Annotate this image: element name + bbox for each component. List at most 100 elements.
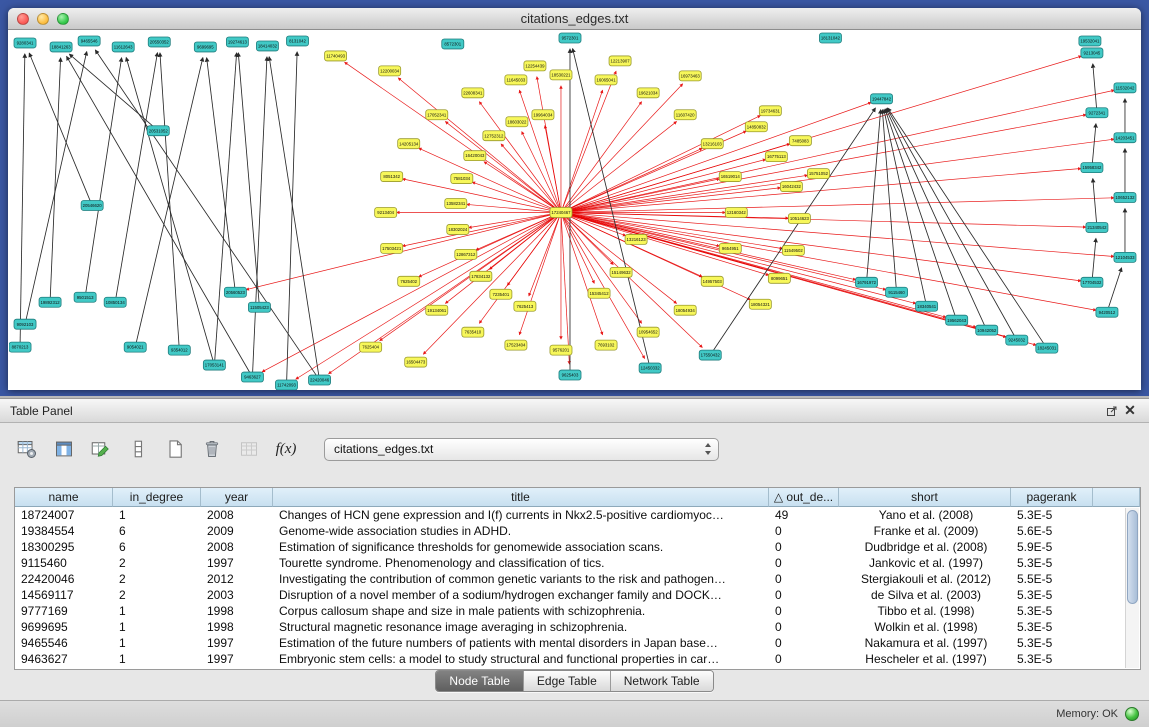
graph-node[interactable]: 9699695 [194, 42, 216, 52]
graph-node[interactable]: 10514623 [788, 213, 810, 223]
graph-edge[interactable] [507, 216, 558, 285]
graph-node[interactable]: 12450332 [639, 363, 661, 373]
graph-edge[interactable] [561, 217, 569, 364]
graph-node[interactable]: 11612643 [112, 42, 134, 52]
graph-node[interactable]: 19562043 [946, 315, 968, 325]
graph-node[interactable]: 9213045 [1081, 48, 1103, 58]
table-cell[interactable]: 14569117 [15, 587, 113, 603]
graph-edge[interactable] [1092, 124, 1096, 163]
graph-node[interactable]: 11740493 [325, 51, 347, 61]
tab-node-table[interactable]: Node Table [436, 671, 524, 691]
table-row[interactable]: 2242004622012Investigating the contribut… [15, 571, 1140, 587]
graph-edge[interactable] [519, 90, 559, 208]
table-cell[interactable]: Franke et al. (2009) [839, 523, 1011, 539]
graph-edge[interactable] [565, 148, 702, 210]
graph-node[interactable]: 14957503 [701, 276, 723, 286]
column-header-pagerank[interactable]: pagerank [1011, 488, 1093, 507]
graph-node[interactable]: 16504473 [405, 357, 427, 367]
table-cell[interactable]: Genome-wide association studies in ADHD. [273, 523, 769, 539]
memory-status-icon[interactable] [1125, 707, 1139, 721]
graph-edge[interactable] [269, 57, 319, 375]
graph-node[interactable]: 9576201 [550, 345, 572, 355]
graph-node[interactable]: 19621034 [637, 88, 659, 98]
graph-node[interactable]: 9463627 [241, 372, 263, 382]
trash-button[interactable] [199, 436, 225, 462]
table-row[interactable]: 1830029562008Estimation of significance … [15, 539, 1140, 555]
graph-node[interactable]: 18530221 [550, 70, 572, 80]
table-cell[interactable]: de Silva et al. (2003) [839, 587, 1011, 603]
graph-edge[interactable] [253, 57, 267, 372]
graph-edge[interactable] [566, 214, 916, 304]
graph-node[interactable]: 7235401 [490, 289, 512, 299]
graph-edge[interactable] [867, 110, 881, 278]
graph-node[interactable]: 10652132 [1114, 193, 1136, 203]
table-cell[interactable]: Tibbo et al. (1998) [839, 603, 1011, 619]
graph-edge[interactable] [565, 122, 677, 210]
table-cell[interactable]: 0 [769, 603, 839, 619]
graph-node[interactable]: 18603022 [506, 117, 528, 127]
graph-node[interactable]: 17052341 [426, 110, 448, 120]
graph-edge[interactable] [489, 216, 557, 270]
column-header-out_de[interactable]: △ out_de... [769, 488, 839, 507]
table-cell[interactable]: 22420046 [15, 571, 113, 587]
column-header-spacer[interactable] [1093, 488, 1140, 507]
table-edit-button[interactable] [88, 436, 114, 462]
table-cell[interactable]: Embryonic stem cells: a model to study s… [273, 651, 769, 667]
table-cell[interactable]: 9777169 [15, 603, 113, 619]
graph-edge[interactable] [566, 56, 1082, 211]
table-cell[interactable]: 0 [769, 651, 839, 667]
table-cell[interactable]: 1997 [201, 651, 273, 667]
table-cell[interactable]: 2012 [201, 571, 273, 587]
graph-node[interactable]: 14850832 [745, 122, 767, 132]
graph-node[interactable]: 16042432 [780, 182, 802, 192]
table-disabled-button[interactable] [236, 436, 262, 462]
table-cell[interactable]: 1 [113, 635, 201, 651]
close-panel-icon[interactable]: ✕ [1121, 402, 1139, 420]
table-cell[interactable]: 0 [769, 619, 839, 635]
table-cell[interactable]: 6 [113, 539, 201, 555]
table-cell[interactable]: 49 [769, 507, 839, 523]
table-cell[interactable]: 9115460 [15, 555, 113, 571]
table-row[interactable]: 911546021997Tourette syndrome. Phenomeno… [15, 555, 1140, 571]
graph-node[interactable]: 9420512 [1096, 307, 1118, 317]
graph-node[interactable]: 10850134 [104, 297, 126, 307]
graph-edge[interactable] [419, 148, 557, 210]
table-cell[interactable]: 2 [113, 555, 201, 571]
graph-node[interactable]: 19892312 [39, 297, 61, 307]
table-row[interactable]: 969969511998Structural magnetic resonanc… [15, 619, 1140, 635]
graph-edge[interactable] [537, 77, 560, 208]
graph-node[interactable]: 12752312 [483, 131, 505, 141]
table-cell[interactable]: 2008 [201, 539, 273, 555]
graph-edge[interactable] [563, 217, 603, 335]
graph-node[interactable]: 15751052 [807, 169, 829, 179]
graph-node[interactable]: 22420046 [309, 375, 331, 385]
graph-node[interactable]: 18054934 [674, 305, 696, 315]
graph-node[interactable]: 12254439 [524, 61, 546, 71]
graph-node[interactable]: 8099651 [768, 273, 790, 283]
table-cell[interactable]: 1 [113, 603, 201, 619]
graph-node[interactable]: 18302024 [447, 224, 469, 234]
graph-node[interactable]: 11505423 [248, 302, 270, 312]
table-cell[interactable]: 5.3E-5 [1011, 555, 1093, 571]
table-cell[interactable]: 2009 [201, 523, 273, 539]
graph-node[interactable]: 20531052 [147, 126, 169, 136]
table-cell[interactable]: Dudbridge et al. (2008) [839, 539, 1011, 555]
graph-node[interactable]: 21340542 [1086, 222, 1108, 232]
graph-edge[interactable] [423, 216, 557, 354]
graph-node[interactable]: 11532042 [1114, 83, 1136, 93]
table-settings-button[interactable] [14, 436, 40, 462]
table-cell[interactable]: 0 [769, 539, 839, 555]
graph-node[interactable]: 8870213 [9, 342, 31, 352]
graph-node[interactable]: 14205134 [398, 139, 420, 149]
table-cell[interactable]: 5.3E-5 [1011, 603, 1093, 619]
graph-edge[interactable] [566, 90, 1114, 211]
table-cell[interactable]: Wolkin et al. (1998) [839, 619, 1011, 635]
graph-node[interactable]: 16065041 [595, 75, 617, 85]
graph-edge[interactable] [67, 56, 250, 372]
graph-node[interactable]: 19532041 [1079, 36, 1101, 46]
table-cell[interactable]: 5.3E-5 [1011, 635, 1093, 651]
table-cell[interactable]: 5.6E-5 [1011, 523, 1093, 539]
graph-edge[interactable] [215, 53, 237, 360]
graph-node[interactable]: 7625413 [514, 301, 536, 311]
graph-edge[interactable] [69, 54, 154, 127]
